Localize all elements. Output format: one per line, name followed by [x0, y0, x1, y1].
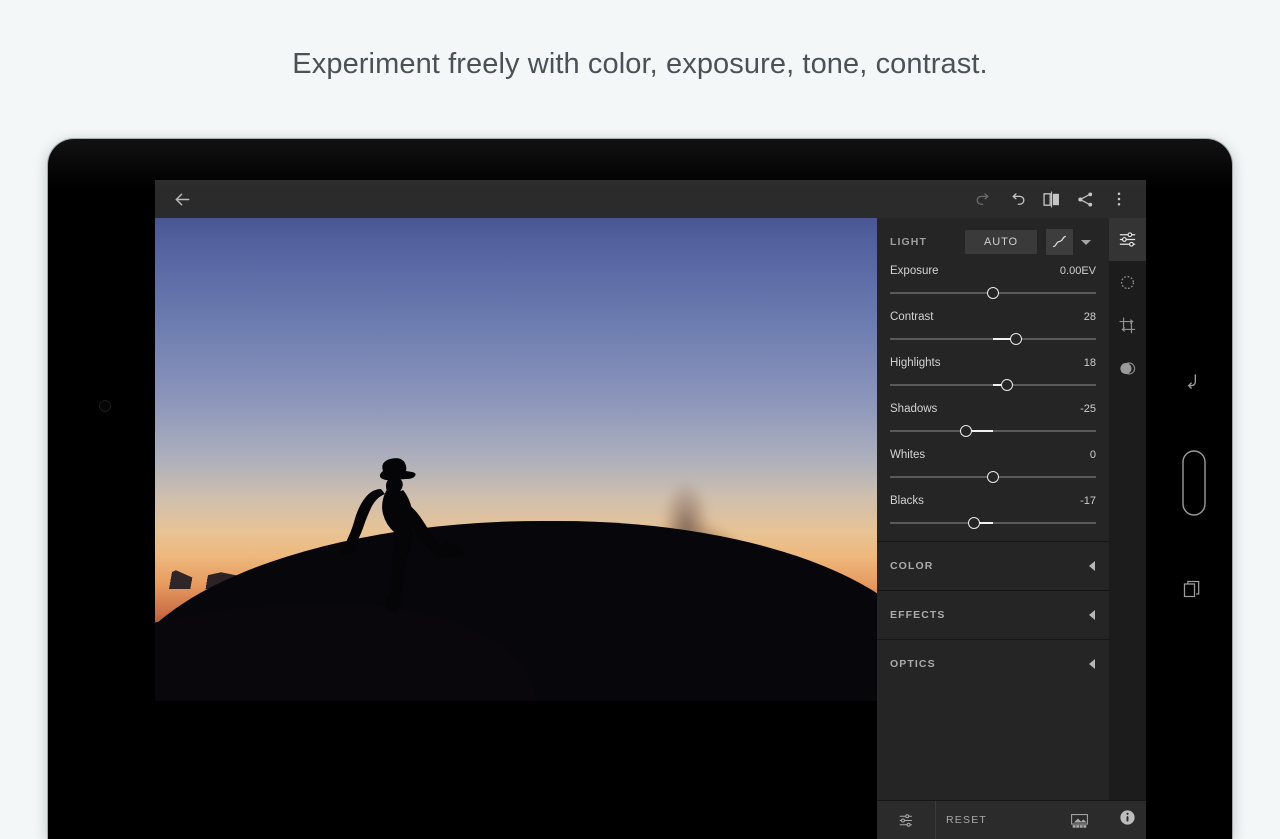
slider-blacks[interactable]: Blacks -17 [877, 495, 1109, 529]
slider-track[interactable] [890, 517, 1096, 529]
slider-value: 18 [1083, 357, 1096, 369]
device-notch-left [176, 139, 238, 147]
slider-knob[interactable] [960, 425, 973, 437]
redo-icon[interactable] [966, 182, 1000, 216]
slider-value: -17 [1080, 495, 1096, 507]
rail-item-healing[interactable] [1109, 347, 1146, 390]
info-circle-icon[interactable] [1118, 808, 1137, 832]
slider-shadows[interactable]: Shadows -25 [877, 403, 1109, 437]
rail-item-edit-sliders[interactable] [1109, 218, 1146, 261]
chevron-left-icon [1089, 610, 1095, 620]
slider-knob[interactable] [968, 517, 981, 529]
tablet-device: LIGHT AUTO Exposure 0.00EV Contrast 28 H… [48, 139, 1232, 839]
slider-track[interactable] [890, 333, 1096, 345]
section-title: OPTICS [890, 658, 936, 670]
light-sliders: Exposure 0.00EV Contrast 28 Highlights 1… [877, 265, 1109, 529]
android-recents-icon[interactable] [1182, 579, 1202, 604]
edit-panel: LIGHT AUTO Exposure 0.00EV Contrast 28 H… [877, 218, 1109, 839]
rail-item-crop[interactable] [1109, 304, 1146, 347]
chevron-down-icon[interactable] [1075, 230, 1097, 254]
slider-label: Contrast [890, 311, 934, 323]
section-effects[interactable]: EFFECTS [877, 590, 1109, 639]
device-notch-right [276, 139, 396, 147]
chevron-left-icon [1089, 561, 1095, 571]
slider-knob[interactable] [987, 471, 999, 483]
section-title: EFFECTS [890, 609, 946, 621]
tool-rail [1109, 218, 1146, 839]
app-topbar [155, 180, 1146, 218]
android-back-icon[interactable] [1182, 371, 1202, 396]
section-title: COLOR [890, 560, 934, 572]
slider-label: Highlights [890, 357, 941, 369]
slider-base [890, 430, 1096, 432]
slider-track[interactable] [890, 379, 1096, 391]
slider-knob[interactable] [987, 287, 999, 299]
slider-knob[interactable] [1009, 333, 1022, 345]
slider-value: 28 [1083, 311, 1096, 323]
light-section-title: LIGHT [890, 235, 927, 248]
rail-item-selective[interactable] [1109, 261, 1146, 304]
slider-label: Blacks [890, 495, 924, 507]
reset-button[interactable]: RESET [935, 801, 1049, 839]
photo-canvas[interactable] [155, 218, 877, 701]
slider-track[interactable] [890, 287, 1096, 299]
light-section-header: LIGHT AUTO [877, 218, 1109, 265]
slider-label: Whites [890, 449, 926, 461]
slider-track[interactable] [890, 425, 1096, 437]
front-camera-icon [99, 400, 111, 412]
auto-button[interactable]: AUTO [965, 229, 1037, 254]
slider-knob[interactable] [1001, 379, 1014, 391]
edit-sliders-icon[interactable] [877, 801, 935, 839]
slider-label: Shadows [890, 403, 938, 415]
tone-curve-icon[interactable] [1046, 228, 1073, 255]
info-bar [1109, 800, 1146, 839]
panel-bottom-bar: RESET [877, 800, 1109, 839]
slider-value: -25 [1080, 403, 1096, 415]
slider-label: Exposure [890, 265, 939, 277]
app-screen: LIGHT AUTO Exposure 0.00EV Contrast 28 H… [155, 180, 1146, 839]
page-root: Experiment freely with color, exposure, … [0, 0, 1280, 839]
android-navigation-bar [1142, 139, 1232, 839]
chevron-left-icon [1089, 659, 1095, 669]
before-after-compare-icon[interactable] [1034, 182, 1068, 216]
slider-track[interactable] [890, 471, 1096, 483]
slider-exposure[interactable]: Exposure 0.00EV [877, 265, 1109, 299]
undo-icon[interactable] [1000, 182, 1034, 216]
slider-highlights[interactable]: Highlights 18 [877, 357, 1109, 391]
android-home-icon[interactable] [1181, 449, 1207, 522]
slider-value: 0 [1089, 449, 1096, 461]
slider-contrast[interactable]: Contrast 28 [877, 311, 1109, 345]
slider-whites[interactable]: Whites 0 [877, 449, 1109, 483]
slider-base [890, 522, 1096, 524]
section-optics[interactable]: OPTICS [877, 639, 1109, 688]
page-title: Experiment freely with color, exposure, … [292, 48, 988, 80]
overflow-menu-icon[interactable] [1102, 182, 1136, 216]
section-color[interactable]: COLOR [877, 541, 1109, 590]
presets-filmstrip-icon[interactable] [1049, 801, 1109, 839]
person-silhouette [325, 445, 475, 645]
share-icon[interactable] [1068, 182, 1102, 216]
back-arrow-icon[interactable] [172, 189, 193, 210]
slider-value: 0.00EV [1059, 265, 1096, 277]
